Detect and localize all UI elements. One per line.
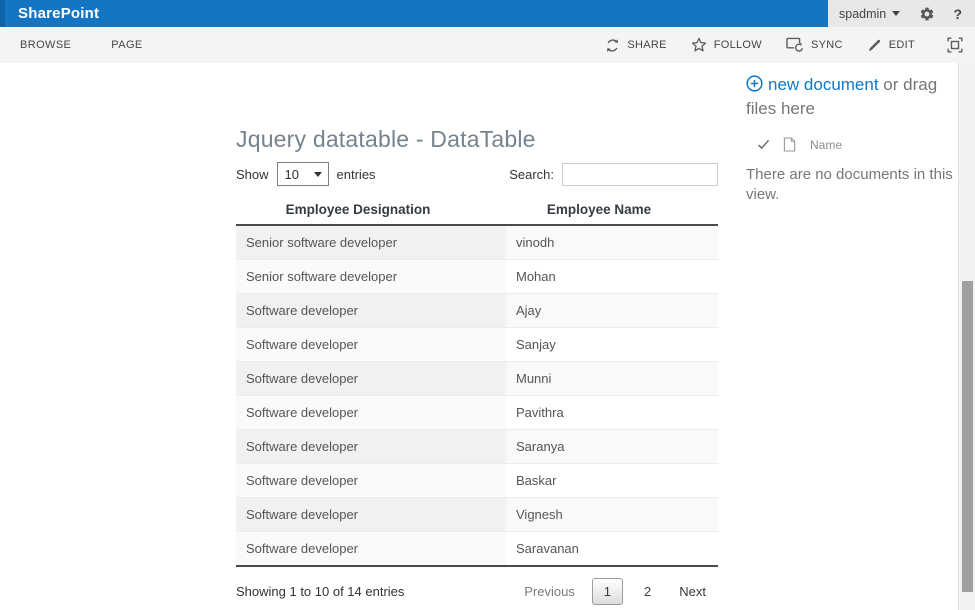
cell-name: Munni (506, 361, 718, 396)
column-header-designation[interactable]: Employee Designation (236, 195, 506, 226)
suite-bar-right: spadmin ? (828, 0, 975, 27)
edit-button[interactable]: EDIT (867, 38, 915, 53)
scrollbar-track[interactable] (958, 63, 975, 610)
empty-view-message: There are no documents in this view. (746, 166, 953, 203)
name-column-header[interactable]: Name (810, 138, 842, 152)
share-button[interactable]: SHARE (605, 38, 666, 53)
star-icon (691, 37, 706, 52)
brand-logo: SharePoint (18, 5, 100, 22)
cell-name: Ajay (506, 293, 718, 328)
entries-select-value: 10 (284, 166, 299, 182)
select-all-checkmark[interactable] (757, 139, 770, 150)
chevron-down-icon (313, 171, 322, 177)
search-control: Search: (509, 162, 718, 186)
cell-name: Mohan (506, 259, 718, 294)
table-row: Software developer Vignesh (236, 497, 718, 532)
share-icon (607, 38, 619, 52)
employee-table: Employee Designation Employee Name Senio… (236, 195, 718, 567)
cell-designation: Software developer (236, 327, 506, 362)
length-control: Show 10 entries (236, 162, 376, 186)
scrollbar-thumb[interactable] (962, 281, 973, 592)
cell-designation: Software developer (236, 293, 506, 328)
table-footer: Showing 1 to 10 of 14 entries Previous 1… (236, 578, 718, 605)
cell-name: Baskar (506, 463, 718, 498)
table-row: Software developer Saravanan (236, 531, 718, 566)
focus-on-content-button[interactable] (947, 37, 963, 53)
cell-name: Saranya (506, 429, 718, 464)
table-header-row: Employee Designation Employee Name (236, 195, 718, 226)
cell-name: vinodh (506, 225, 718, 260)
column-header-name[interactable]: Employee Name (506, 195, 718, 226)
suite-bar: SharePoint spadmin ? (0, 0, 975, 27)
cell-designation: Software developer (236, 361, 506, 396)
entries-label: entries (336, 166, 376, 182)
next-button[interactable]: Next (667, 578, 718, 605)
follow-button[interactable]: FOLLOW (691, 37, 762, 53)
cell-name: Sanjay (506, 327, 718, 362)
entries-select[interactable]: 10 (276, 162, 329, 186)
cell-name: Pavithra (506, 395, 718, 430)
table-row: Senior software developer vinodh (236, 225, 718, 260)
suite-bar-edge (0, 0, 5, 27)
settings-button[interactable] (919, 6, 935, 22)
previous-button[interactable]: Previous (512, 578, 587, 605)
user-menu[interactable]: spadmin (839, 6, 901, 21)
cell-designation: Software developer (236, 531, 506, 566)
chevron-down-icon (892, 11, 901, 16)
new-document-area: new document or drag files here (746, 74, 958, 120)
sync-button[interactable]: SYNC (786, 37, 843, 53)
ribbon-tabs: BROWSE PAGE (20, 39, 143, 51)
cell-designation: Senior software developer (236, 259, 506, 294)
search-input[interactable] (562, 162, 718, 186)
cell-name: Saravanan (506, 531, 718, 566)
table-row: Software developer Baskar (236, 463, 718, 498)
follow-label: FOLLOW (713, 39, 762, 51)
datatable-webpart: Jquery datatable - DataTable Show 10 ent… (236, 126, 718, 605)
focus-icon (947, 37, 963, 53)
page-button-2[interactable]: 2 (633, 579, 662, 604)
table-body: Senior software developer vinodh Senior so… (236, 225, 718, 566)
table-row: Software developer Pavithra (236, 395, 718, 430)
page-title: Jquery datatable - DataTable (236, 126, 536, 152)
file-type-icon (783, 137, 796, 152)
page-button-1[interactable]: 1 (591, 578, 624, 605)
cell-designation: Software developer (236, 395, 506, 430)
table-row: Software developer Saranya (236, 429, 718, 464)
ribbon-actions: SHARE FOLLOW SYNC EDIT (605, 37, 963, 53)
gear-icon (920, 7, 934, 20)
documents-list-header: Name (746, 137, 958, 152)
cell-designation: Software developer (236, 463, 506, 498)
datatable-controls: Show 10 entries Search: (236, 161, 718, 187)
user-name: spadmin (839, 6, 887, 21)
document-icon (783, 137, 796, 152)
cell-designation: Software developer (236, 429, 506, 464)
tab-browse[interactable]: BROWSE (20, 39, 71, 51)
ribbon: BROWSE PAGE SHARE FOLLOW SYNC EDIT (0, 27, 975, 63)
sync-label: SYNC (810, 39, 843, 51)
pagination: Previous 1 2 Next (512, 578, 718, 605)
cell-name: Vignesh (506, 497, 718, 532)
check-icon (757, 139, 770, 150)
table-row: Software developer Munni (236, 361, 718, 396)
plus-circle-icon (746, 75, 763, 98)
cell-designation: Senior software developer (236, 225, 506, 260)
pencil-icon (868, 39, 880, 51)
share-label: SHARE (627, 39, 667, 51)
help-button[interactable]: ? (953, 6, 962, 22)
sync-icon (786, 37, 804, 53)
table-info: Showing 1 to 10 of 14 entries (236, 584, 405, 599)
table-row: Software developer Sanjay (236, 327, 718, 362)
search-label: Search: (509, 166, 554, 182)
show-label: Show (236, 166, 269, 182)
documents-panel: new document or drag files here Name The… (746, 74, 958, 205)
sharepoint-page: SharePoint spadmin ? BROWSE PAGE SHARE F… (0, 0, 975, 610)
tab-page[interactable]: PAGE (111, 39, 142, 51)
table-row: Senior software developer Mohan (236, 259, 718, 294)
edit-label: EDIT (888, 39, 915, 51)
table-row: Software developer Ajay (236, 293, 718, 328)
new-document-link[interactable]: new document (768, 75, 879, 94)
cell-designation: Software developer (236, 497, 506, 532)
